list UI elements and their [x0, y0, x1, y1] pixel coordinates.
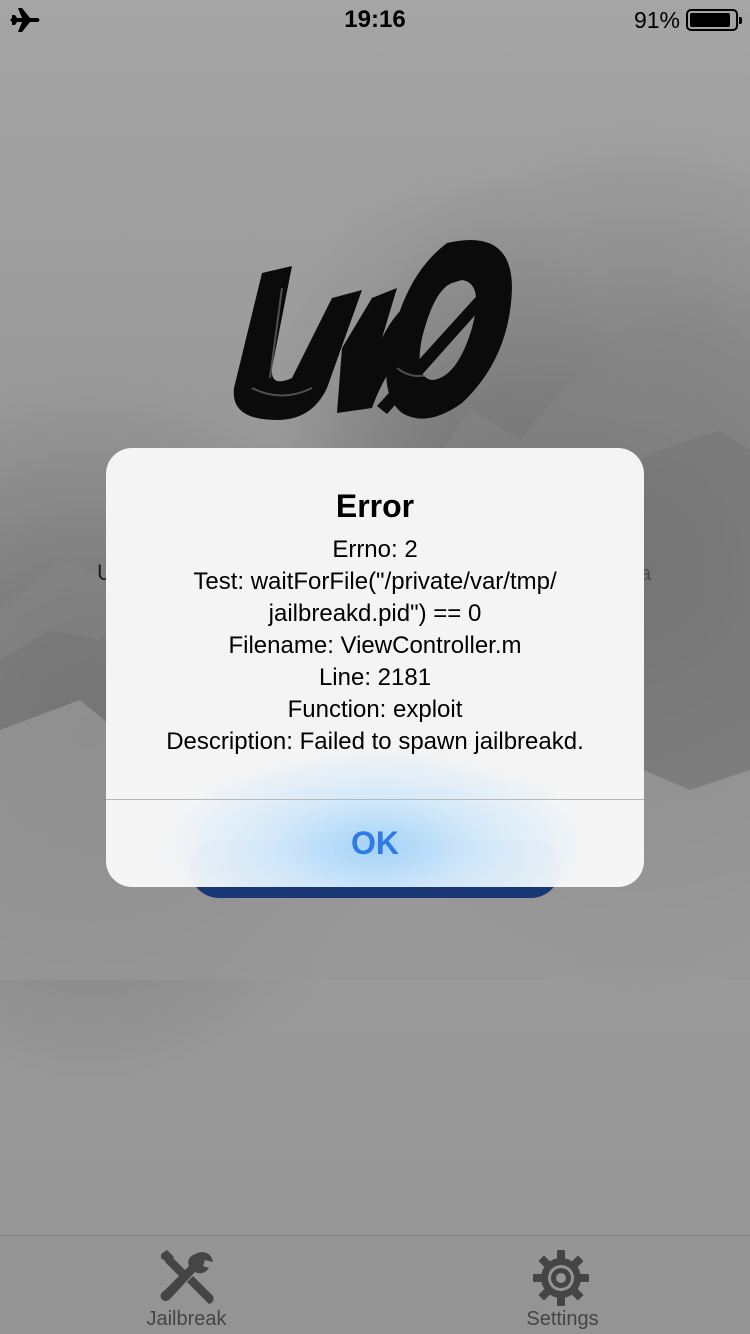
error-alert-dialog: Error Errno: 2 Test: waitForFile("/priva… — [106, 448, 644, 887]
alert-message: Errno: 2 Test: waitForFile("/private/var… — [126, 534, 624, 758]
alert-line-function: Function: exploit — [287, 696, 463, 723]
ok-button[interactable]: OK — [106, 800, 644, 887]
alert-line-filename: Filename: ViewController.m — [228, 632, 522, 659]
alert-line-description: Description: Failed to spawn jailbreakd. — [166, 728, 584, 755]
alert-line-test-1: Test: waitForFile("/private/var/tmp/ — [193, 568, 557, 595]
alert-title: Error — [335, 488, 415, 524]
alert-line-errno: Errno: 2 — [332, 536, 418, 563]
alert-line-line: Line: 2181 — [318, 664, 432, 691]
alert-line-test-2: jailbreakd.pid") == 0 — [268, 600, 482, 627]
